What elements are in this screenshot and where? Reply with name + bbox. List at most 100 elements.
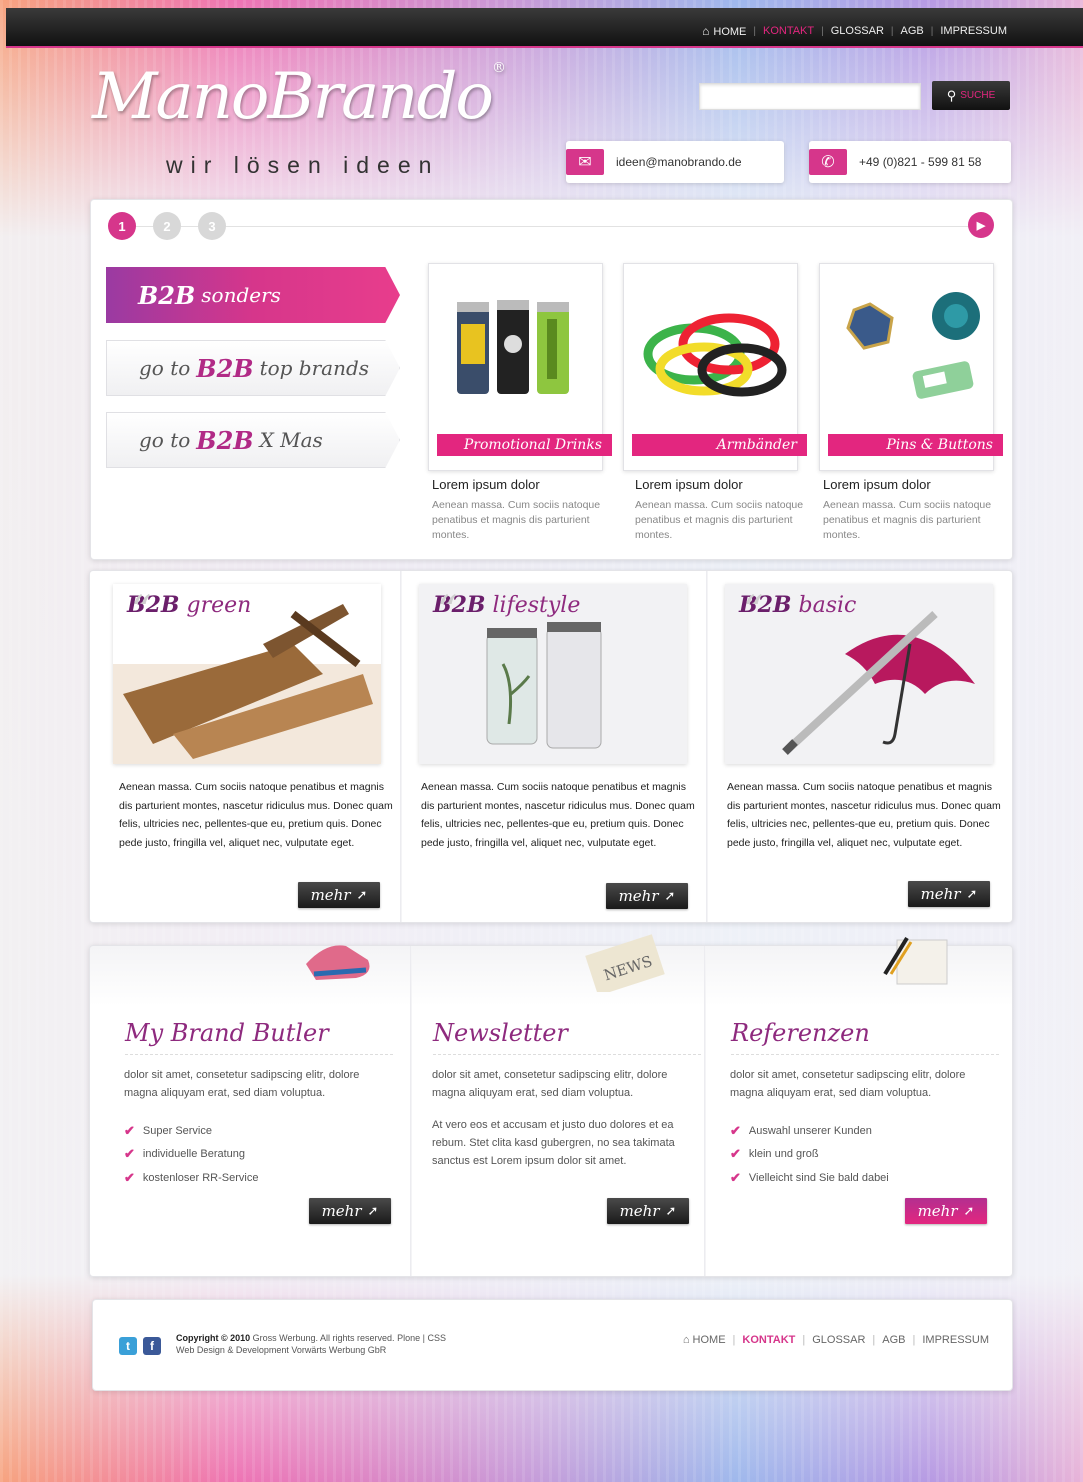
home-icon: ⌂ — [682, 1334, 690, 1346]
nav-separator: | — [802, 1334, 806, 1346]
product-title: Lorem ipsum dolor — [432, 477, 540, 492]
phone-icon: ✆ — [809, 149, 847, 175]
nav-separator: | — [912, 1334, 916, 1346]
column-divider — [706, 571, 708, 922]
feature-title: “B2B basic — [739, 588, 857, 634]
product-title: Lorem ipsum dolor — [823, 477, 931, 492]
box-text: dolor sit amet, consetetur sadipscing el… — [432, 1069, 668, 1099]
cursor-arrow-icon: ➚ — [664, 888, 676, 904]
top-nav: ⌂ HOME | KONTAKT | GLOSSAR | AGB | IMPRES… — [702, 24, 1007, 38]
feature-list: ✔ Super Service ✔ individuelle Beratung ✔ k… — [124, 1119, 258, 1190]
product-text-pins: Lorem ipsum dolor Aenean massa. Cum soci… — [823, 477, 998, 543]
copyright-text: Copyright © 2010 Gross Werbung. All righ… — [176, 1333, 446, 1355]
footer-nav-kontakt[interactable]: KONTAKT — [742, 1334, 795, 1346]
product-card-pins[interactable]: Pins & Buttons — [819, 263, 1003, 471]
contact-email[interactable]: ✉ ideen@manobrando.de — [566, 141, 784, 183]
contact-phone[interactable]: ✆ +49 (0)821 - 599 81 58 — [809, 141, 1011, 183]
product-text-armbaender: Lorem ipsum dolor Aenean massa. Cum soci… — [635, 477, 810, 543]
nav-separator: | — [821, 25, 824, 37]
css-link[interactable]: CSS — [427, 1333, 446, 1343]
search-icon: ⚲ — [946, 87, 957, 103]
slider-step-1[interactable]: 1 — [108, 212, 136, 240]
info-panel: My Brand Butler dolor sit amet, consetet… — [89, 934, 1013, 1277]
box-text: dolor sit amet, consetetur sadipscing el… — [124, 1069, 360, 1099]
facebook-icon[interactable]: f — [143, 1337, 161, 1355]
nav-home[interactable]: ⌂ HOME — [702, 24, 746, 38]
footer-nav-agb[interactable]: AGB — [882, 1334, 905, 1346]
cursor-arrow-icon: ➚ — [963, 1203, 975, 1219]
feature-image-basic[interactable]: “B2B basic — [725, 584, 993, 764]
product-image-pins — [830, 274, 983, 424]
tab-b2b-sonders[interactable]: B2B sonders — [106, 267, 400, 323]
feature-text: Aenean massa. Cum sociis natoque penatib… — [119, 781, 393, 849]
tab-b2b-x-mas[interactable]: go to B2B X Mas — [106, 412, 400, 468]
search-button[interactable]: ⚲ SUCHE — [932, 81, 1010, 110]
footer-nav-impressum[interactable]: IMPRESSUM — [922, 1334, 989, 1346]
shoe-deco-icon — [306, 945, 370, 980]
dashed-divider — [731, 1054, 999, 1055]
checkmark-icon: ✔ — [730, 1146, 741, 1162]
slider-step-3[interactable]: 3 — [198, 212, 226, 240]
box-title: My Brand Butler — [125, 1019, 329, 1047]
brand-logo[interactable]: ManoBrando® wir lösen ideen — [92, 60, 512, 180]
mehr-button[interactable]: mehr ➚ — [607, 1198, 689, 1224]
mehr-button[interactable]: mehr ➚ — [905, 1198, 987, 1224]
box-title: Referenzen — [731, 1019, 870, 1047]
feature-text: Aenean massa. Cum sociis natoque penatib… — [421, 781, 695, 849]
cursor-arrow-icon: ➚ — [966, 886, 978, 902]
checkmark-icon: ✔ — [124, 1122, 135, 1138]
cursor-arrow-icon: ➚ — [665, 1203, 677, 1219]
nav-separator: | — [732, 1334, 736, 1346]
product-image-drinks — [439, 274, 592, 424]
feature-list: ✔ Auswahl unserer Kunden ✔ klein und groß … — [730, 1119, 889, 1190]
nav-separator: | — [872, 1334, 876, 1346]
slider-step-2[interactable]: 2 — [153, 212, 181, 240]
tagline: wir lösen ideen — [166, 152, 440, 178]
quote-icon: “ — [131, 588, 152, 634]
slider-track — [121, 226, 982, 227]
checkmark-icon: ✔ — [124, 1169, 135, 1185]
nav-impressum[interactable]: IMPRESSUM — [940, 25, 1007, 37]
product-image-wristbands — [634, 274, 787, 424]
quote-icon: “ — [437, 588, 458, 634]
logo-text: ManoBrando® — [92, 60, 506, 134]
nav-glossar[interactable]: GLOSSAR — [831, 25, 884, 37]
product-desc: Aenean massa. Cum sociis natoque penatib… — [823, 499, 992, 541]
nav-agb[interactable]: AGB — [901, 25, 924, 37]
column-divider — [400, 571, 402, 922]
product-card-armbaender[interactable]: Armbänder — [623, 263, 807, 471]
list-item: ✔ individuelle Beratung — [124, 1146, 246, 1162]
feature-title: “B2B green — [127, 588, 252, 634]
footer-nav-glossar[interactable]: GLOSSAR — [812, 1334, 865, 1346]
list-item: ✔ kostenloser RR-Service — [124, 1169, 259, 1185]
search-input[interactable] — [699, 83, 921, 110]
nav-kontakt[interactable]: KONTAKT — [763, 25, 814, 37]
mehr-button[interactable]: mehr ➚ — [908, 881, 990, 907]
feature-title: “B2B lifestyle — [433, 588, 581, 634]
product-title: Lorem ipsum dolor — [635, 477, 743, 492]
feature-image-green[interactable]: “B2B green — [113, 584, 381, 764]
footer-nav-home[interactable]: ⌂ HOME — [683, 1334, 726, 1346]
cursor-arrow-icon: ➚ — [367, 1203, 379, 1219]
nav-separator: | — [930, 25, 934, 37]
product-desc: Aenean massa. Cum sociis natoque penatib… — [432, 499, 601, 541]
twitter-icon[interactable]: t — [119, 1337, 137, 1355]
footer-nav: ⌂ HOME | KONTAKT | GLOSSAR | AGB | IMPRE… — [683, 1334, 989, 1346]
slider-next-button[interactable]: ▶ — [968, 212, 994, 238]
box-text: dolor sit amet, consetetur sadipscing el… — [730, 1069, 966, 1099]
product-label: Promotional Drinks — [437, 434, 612, 456]
box-text-secondary: At vero eos et accusam et justo duo dolo… — [432, 1119, 675, 1167]
mehr-button[interactable]: mehr ➚ — [298, 882, 380, 908]
tab-b2b-top-brands[interactable]: go to B2B top brands — [106, 340, 400, 396]
plone-link[interactable]: Plone — [397, 1333, 420, 1343]
newspaper-deco-icon: NEWS — [585, 934, 665, 992]
checkmark-icon: ✔ — [730, 1169, 741, 1185]
mehr-button[interactable]: mehr ➚ — [309, 1198, 391, 1224]
mehr-button[interactable]: mehr ➚ — [606, 883, 688, 909]
features-panel: “B2B green Aenean massa. Cum sociis nato… — [89, 570, 1013, 923]
product-card-drinks[interactable]: Promotional Drinks — [428, 263, 612, 471]
notebook-deco-icon — [883, 936, 948, 985]
home-icon: ⌂ — [702, 24, 710, 38]
featured-panel: 1 2 3 ▶ B2B sonders go to B2B top brands go… — [90, 199, 1013, 560]
feature-image-lifestyle[interactable]: “B2B lifestyle — [419, 584, 687, 764]
